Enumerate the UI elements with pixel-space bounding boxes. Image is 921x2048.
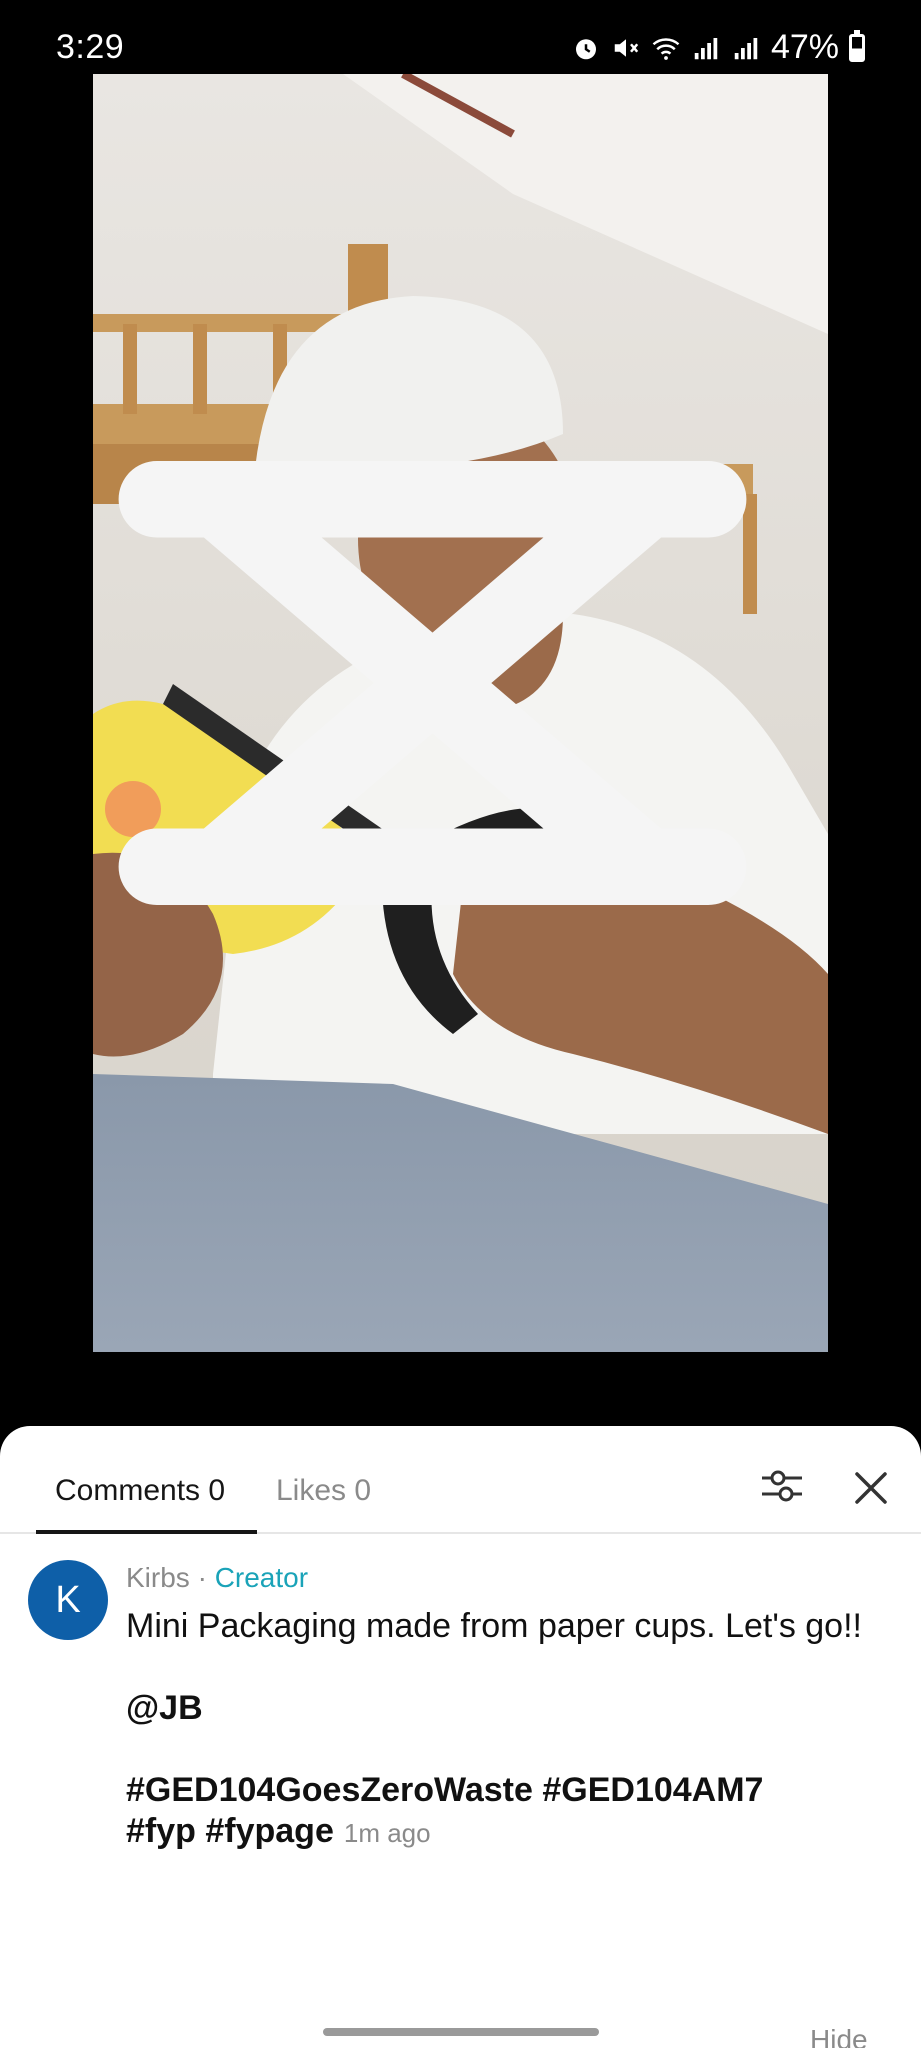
home-indicator[interactable] bbox=[323, 2028, 599, 2036]
status-icons: 47% bbox=[571, 28, 865, 67]
comment-author[interactable]: Kirbs bbox=[126, 1562, 190, 1593]
signal-icon bbox=[734, 37, 758, 59]
status-time: 3:29 bbox=[56, 28, 125, 66]
filter-icon[interactable] bbox=[758, 1462, 806, 1510]
hashtag-links[interactable]: #fyp #fypage bbox=[126, 1812, 334, 1850]
comment-meta: Kirbs · Creator bbox=[126, 1562, 308, 1594]
active-tab-indicator bbox=[36, 1530, 257, 1534]
creator-badge: Creator bbox=[214, 1562, 309, 1593]
battery-percent: 47% bbox=[770, 28, 839, 66]
caption-text: Mini Packaging made from paper cups. Let… bbox=[126, 1607, 862, 1645]
tab-likes[interactable]: Likes 0 bbox=[276, 1474, 371, 1508]
video-player[interactable] bbox=[93, 74, 828, 1352]
status-bar: 3:29 47% bbox=[0, 0, 921, 74]
capcut-icon bbox=[118, 460, 747, 906]
comment-tabs: Comments 0 Likes 0 bbox=[0, 1426, 921, 1534]
battery-icon bbox=[849, 29, 865, 62]
meta-separator: · bbox=[197, 1562, 207, 1593]
tab-comments[interactable]: Comments 0 bbox=[55, 1474, 225, 1508]
comments-sheet: Comments 0 Likes 0 K Kirbs · Creator Min… bbox=[0, 1426, 921, 2048]
signal-icon bbox=[694, 37, 718, 59]
close-icon[interactable] bbox=[851, 1468, 891, 1508]
wifi-icon bbox=[652, 37, 680, 60]
mention-link[interactable]: @JB bbox=[126, 1688, 896, 1729]
comment-timestamp: 1m ago bbox=[343, 1818, 431, 1848]
hide-button[interactable]: Hide bbox=[810, 2024, 868, 2048]
alarm-icon bbox=[575, 38, 596, 59]
hashtag-line-2: #fyp #fypage 1m ago bbox=[126, 1811, 896, 1854]
mute-icon bbox=[614, 38, 639, 57]
comment-text: Mini Packaging made from paper cups. Let… bbox=[126, 1606, 896, 1854]
avatar[interactable]: K bbox=[28, 1560, 108, 1640]
hashtag-line-1[interactable]: #GED104GoesZeroWaste #GED104AM7 bbox=[126, 1770, 896, 1811]
